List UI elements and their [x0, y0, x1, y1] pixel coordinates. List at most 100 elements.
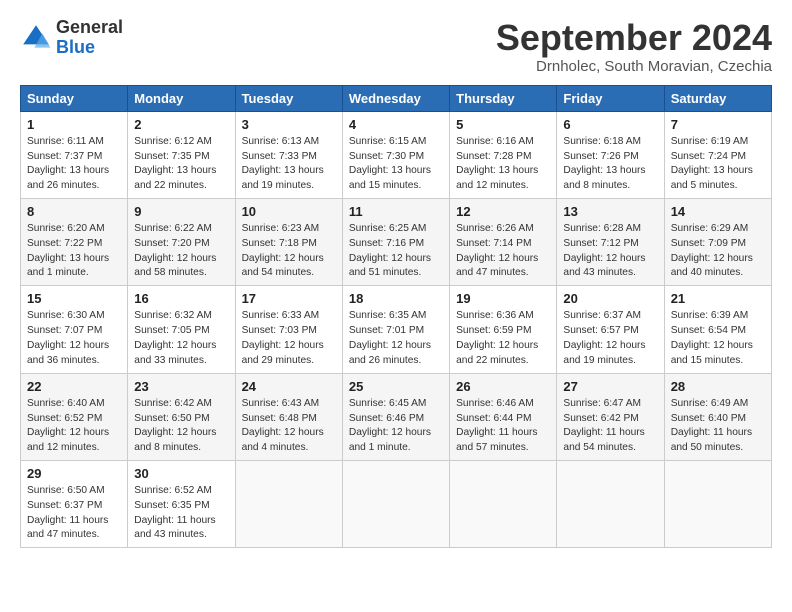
day-info: Sunrise: 6:16 AM Sunset: 7:28 PM Dayligh… — [456, 135, 550, 194]
day-number: 10 — [242, 203, 336, 221]
table-row: 14Sunrise: 6:29 AM Sunset: 7:09 PM Dayli… — [664, 198, 771, 285]
day-info: Sunrise: 6:35 AM Sunset: 7:01 PM Dayligh… — [349, 309, 443, 368]
col-friday: Friday — [557, 85, 664, 111]
col-thursday: Thursday — [450, 85, 557, 111]
day-info: Sunrise: 6:42 AM Sunset: 6:50 PM Dayligh… — [134, 397, 228, 456]
day-info: Sunrise: 6:18 AM Sunset: 7:26 PM Dayligh… — [563, 135, 657, 194]
table-row — [235, 460, 342, 547]
calendar-week-row: 22Sunrise: 6:40 AM Sunset: 6:52 PM Dayli… — [21, 373, 772, 460]
table-row: 19Sunrise: 6:36 AM Sunset: 6:59 PM Dayli… — [450, 286, 557, 373]
table-row: 24Sunrise: 6:43 AM Sunset: 6:48 PM Dayli… — [235, 373, 342, 460]
table-row: 28Sunrise: 6:49 AM Sunset: 6:40 PM Dayli… — [664, 373, 771, 460]
day-number: 20 — [563, 290, 657, 308]
day-number: 13 — [563, 203, 657, 221]
day-number: 30 — [134, 465, 228, 483]
day-number: 14 — [671, 203, 765, 221]
day-info: Sunrise: 6:22 AM Sunset: 7:20 PM Dayligh… — [134, 222, 228, 281]
day-info: Sunrise: 6:37 AM Sunset: 6:57 PM Dayligh… — [563, 309, 657, 368]
calendar-week-row: 8Sunrise: 6:20 AM Sunset: 7:22 PM Daylig… — [21, 198, 772, 285]
day-number: 28 — [671, 378, 765, 396]
table-row: 9Sunrise: 6:22 AM Sunset: 7:20 PM Daylig… — [128, 198, 235, 285]
day-number: 26 — [456, 378, 550, 396]
table-row: 26Sunrise: 6:46 AM Sunset: 6:44 PM Dayli… — [450, 373, 557, 460]
logo: General Blue — [20, 18, 123, 58]
table-row: 23Sunrise: 6:42 AM Sunset: 6:50 PM Dayli… — [128, 373, 235, 460]
table-row — [450, 460, 557, 547]
day-info: Sunrise: 6:19 AM Sunset: 7:24 PM Dayligh… — [671, 135, 765, 194]
calendar-week-row: 1Sunrise: 6:11 AM Sunset: 7:37 PM Daylig… — [21, 111, 772, 198]
day-number: 15 — [27, 290, 121, 308]
table-row: 12Sunrise: 6:26 AM Sunset: 7:14 PM Dayli… — [450, 198, 557, 285]
page: General Blue September 2024 Drnholec, So… — [0, 0, 792, 558]
day-info: Sunrise: 6:33 AM Sunset: 7:03 PM Dayligh… — [242, 309, 336, 368]
day-number: 4 — [349, 116, 443, 134]
table-row: 2Sunrise: 6:12 AM Sunset: 7:35 PM Daylig… — [128, 111, 235, 198]
col-tuesday: Tuesday — [235, 85, 342, 111]
calendar-week-row: 15Sunrise: 6:30 AM Sunset: 7:07 PM Dayli… — [21, 286, 772, 373]
table-row: 6Sunrise: 6:18 AM Sunset: 7:26 PM Daylig… — [557, 111, 664, 198]
day-info: Sunrise: 6:30 AM Sunset: 7:07 PM Dayligh… — [27, 309, 121, 368]
table-row: 15Sunrise: 6:30 AM Sunset: 7:07 PM Dayli… — [21, 286, 128, 373]
day-number: 2 — [134, 116, 228, 134]
table-row: 8Sunrise: 6:20 AM Sunset: 7:22 PM Daylig… — [21, 198, 128, 285]
day-info: Sunrise: 6:46 AM Sunset: 6:44 PM Dayligh… — [456, 397, 550, 456]
day-number: 1 — [27, 116, 121, 134]
day-info: Sunrise: 6:45 AM Sunset: 6:46 PM Dayligh… — [349, 397, 443, 456]
day-info: Sunrise: 6:36 AM Sunset: 6:59 PM Dayligh… — [456, 309, 550, 368]
day-number: 19 — [456, 290, 550, 308]
col-monday: Monday — [128, 85, 235, 111]
day-number: 17 — [242, 290, 336, 308]
table-row — [557, 460, 664, 547]
calendar-week-row: 29Sunrise: 6:50 AM Sunset: 6:37 PM Dayli… — [21, 460, 772, 547]
day-info: Sunrise: 6:32 AM Sunset: 7:05 PM Dayligh… — [134, 309, 228, 368]
calendar-title: September 2024 — [496, 18, 772, 58]
table-row: 25Sunrise: 6:45 AM Sunset: 6:46 PM Dayli… — [342, 373, 449, 460]
table-row: 7Sunrise: 6:19 AM Sunset: 7:24 PM Daylig… — [664, 111, 771, 198]
day-info: Sunrise: 6:40 AM Sunset: 6:52 PM Dayligh… — [27, 397, 121, 456]
day-number: 7 — [671, 116, 765, 134]
title-block: September 2024 Drnholec, South Moravian,… — [496, 18, 772, 75]
day-info: Sunrise: 6:26 AM Sunset: 7:14 PM Dayligh… — [456, 222, 550, 281]
logo-icon — [20, 22, 52, 54]
table-row: 21Sunrise: 6:39 AM Sunset: 6:54 PM Dayli… — [664, 286, 771, 373]
table-row — [342, 460, 449, 547]
day-number: 23 — [134, 378, 228, 396]
table-row: 17Sunrise: 6:33 AM Sunset: 7:03 PM Dayli… — [235, 286, 342, 373]
day-info: Sunrise: 6:39 AM Sunset: 6:54 PM Dayligh… — [671, 309, 765, 368]
day-number: 9 — [134, 203, 228, 221]
day-number: 3 — [242, 116, 336, 134]
table-row: 27Sunrise: 6:47 AM Sunset: 6:42 PM Dayli… — [557, 373, 664, 460]
day-info: Sunrise: 6:28 AM Sunset: 7:12 PM Dayligh… — [563, 222, 657, 281]
day-info: Sunrise: 6:23 AM Sunset: 7:18 PM Dayligh… — [242, 222, 336, 281]
day-info: Sunrise: 6:47 AM Sunset: 6:42 PM Dayligh… — [563, 397, 657, 456]
day-info: Sunrise: 6:13 AM Sunset: 7:33 PM Dayligh… — [242, 135, 336, 194]
day-number: 12 — [456, 203, 550, 221]
table-row: 5Sunrise: 6:16 AM Sunset: 7:28 PM Daylig… — [450, 111, 557, 198]
calendar-table: Sunday Monday Tuesday Wednesday Thursday… — [20, 85, 772, 549]
table-row: 29Sunrise: 6:50 AM Sunset: 6:37 PM Dayli… — [21, 460, 128, 547]
day-info: Sunrise: 6:20 AM Sunset: 7:22 PM Dayligh… — [27, 222, 121, 281]
table-row: 1Sunrise: 6:11 AM Sunset: 7:37 PM Daylig… — [21, 111, 128, 198]
day-number: 27 — [563, 378, 657, 396]
col-sunday: Sunday — [21, 85, 128, 111]
day-number: 24 — [242, 378, 336, 396]
day-info: Sunrise: 6:43 AM Sunset: 6:48 PM Dayligh… — [242, 397, 336, 456]
day-number: 22 — [27, 378, 121, 396]
day-number: 25 — [349, 378, 443, 396]
day-info: Sunrise: 6:29 AM Sunset: 7:09 PM Dayligh… — [671, 222, 765, 281]
day-number: 16 — [134, 290, 228, 308]
day-info: Sunrise: 6:12 AM Sunset: 7:35 PM Dayligh… — [134, 135, 228, 194]
day-info: Sunrise: 6:50 AM Sunset: 6:37 PM Dayligh… — [27, 484, 121, 543]
table-row: 11Sunrise: 6:25 AM Sunset: 7:16 PM Dayli… — [342, 198, 449, 285]
day-info: Sunrise: 6:49 AM Sunset: 6:40 PM Dayligh… — [671, 397, 765, 456]
calendar-header-row: Sunday Monday Tuesday Wednesday Thursday… — [21, 85, 772, 111]
logo-general: General Blue — [56, 18, 123, 58]
table-row: 13Sunrise: 6:28 AM Sunset: 7:12 PM Dayli… — [557, 198, 664, 285]
calendar-subtitle: Drnholec, South Moravian, Czechia — [496, 58, 772, 75]
day-info: Sunrise: 6:15 AM Sunset: 7:30 PM Dayligh… — [349, 135, 443, 194]
day-number: 5 — [456, 116, 550, 134]
day-number: 11 — [349, 203, 443, 221]
table-row: 18Sunrise: 6:35 AM Sunset: 7:01 PM Dayli… — [342, 286, 449, 373]
day-info: Sunrise: 6:25 AM Sunset: 7:16 PM Dayligh… — [349, 222, 443, 281]
day-number: 6 — [563, 116, 657, 134]
